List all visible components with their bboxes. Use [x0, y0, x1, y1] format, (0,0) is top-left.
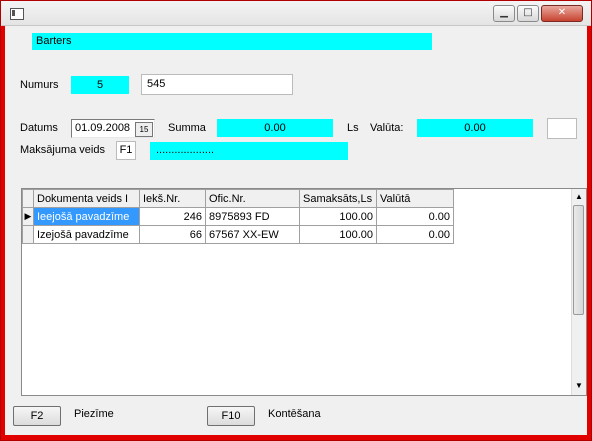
- numurs-label: Numurs: [20, 79, 59, 91]
- f10-caption: Kontēšana: [268, 408, 321, 420]
- column-header-official-nr[interactable]: Ofic.Nr.: [205, 189, 300, 208]
- title-bar[interactable]: ▁ □ ✕: [1, 1, 591, 26]
- column-header-doc-type[interactable]: Dokumenta veids I: [33, 189, 140, 208]
- table-row[interactable]: Izejošā pavadzīme 66 67567 XX-EW 100.00 …: [22, 225, 454, 244]
- summa-label: Summa: [168, 122, 206, 134]
- documents-grid[interactable]: Dokumenta veids I Iekš.Nr. Ofic.Nr. Sama…: [21, 188, 587, 396]
- table-row[interactable]: ▶ Ieejošā pavadzīme 246 8975893 FD 100.0…: [22, 207, 454, 226]
- cell-official-nr[interactable]: 8975893 FD: [205, 207, 300, 226]
- scrollbar-thumb[interactable]: [573, 205, 584, 315]
- numurs-field[interactable]: 5: [71, 76, 129, 94]
- cell-internal-nr[interactable]: 66: [139, 225, 206, 244]
- row-indicator: [22, 225, 34, 244]
- scroll-down-icon[interactable]: ▼: [575, 381, 583, 390]
- f10-button[interactable]: F10: [207, 406, 255, 426]
- cell-paid[interactable]: 100.00: [299, 225, 377, 244]
- currency-label: Ls: [347, 122, 359, 134]
- payment-code-field[interactable]: F1: [116, 141, 136, 160]
- payment-type-label: Maksājuma veids: [20, 144, 105, 156]
- documents-table: Dokumenta veids I Iekš.Nr. Ofic.Nr. Sama…: [22, 189, 454, 244]
- scroll-up-icon[interactable]: ▲: [575, 192, 583, 201]
- document-type-field[interactable]: Barters: [32, 33, 432, 50]
- cell-doc-type[interactable]: Ieejošā pavadzīme: [33, 207, 140, 226]
- datums-label: Datums: [20, 122, 58, 134]
- summa-field[interactable]: 0.00: [217, 119, 333, 137]
- datums-date-picker[interactable]: 01.09.2008 15: [71, 119, 155, 138]
- f2-caption: Piezīme: [74, 408, 114, 420]
- column-header-paid[interactable]: Samaksāts,Ls: [299, 189, 377, 208]
- cell-paid[interactable]: 100.00: [299, 207, 377, 226]
- window-app-icon[interactable]: [10, 8, 24, 20]
- datums-value: 01.09.2008: [75, 122, 131, 134]
- current-row-indicator-icon: ▶: [22, 207, 34, 226]
- grid-vertical-scrollbar[interactable]: ▲ ▼: [571, 189, 586, 395]
- column-header-internal-nr[interactable]: Iekš.Nr.: [139, 189, 206, 208]
- cell-internal-nr[interactable]: 246: [139, 207, 206, 226]
- calendar-icon[interactable]: 15: [135, 122, 153, 137]
- cell-official-nr[interactable]: 67567 XX-EW: [205, 225, 300, 244]
- payment-type-field[interactable]: ...................: [150, 142, 348, 160]
- valuta-extra-field[interactable]: [547, 118, 577, 139]
- cell-currency[interactable]: 0.00: [376, 207, 454, 226]
- minimize-button[interactable]: ▁: [493, 5, 515, 22]
- form-body: Barters Numurs 5 545 Datums 01.09.2008 1…: [5, 26, 587, 435]
- f2-button[interactable]: F2: [13, 406, 61, 426]
- document-type-value: Barters: [36, 35, 72, 47]
- close-button[interactable]: ✕: [541, 5, 583, 22]
- cell-currency[interactable]: 0.00: [376, 225, 454, 244]
- valuta-field[interactable]: 0.00: [417, 119, 533, 137]
- cell-doc-type[interactable]: Izejošā pavadzīme: [33, 225, 140, 244]
- numurs-secondary-field[interactable]: 545: [141, 74, 293, 95]
- table-header-row: Dokumenta veids I Iekš.Nr. Ofic.Nr. Sama…: [22, 189, 454, 208]
- app-window: ▁ □ ✕ Barters Numurs 5 545 Datums 01.09.…: [0, 0, 592, 441]
- valuta-label: Valūta:: [370, 122, 404, 134]
- column-header-currency[interactable]: Valūtā: [376, 189, 454, 208]
- row-indicator-header: [22, 189, 34, 208]
- maximize-button[interactable]: □: [517, 5, 539, 22]
